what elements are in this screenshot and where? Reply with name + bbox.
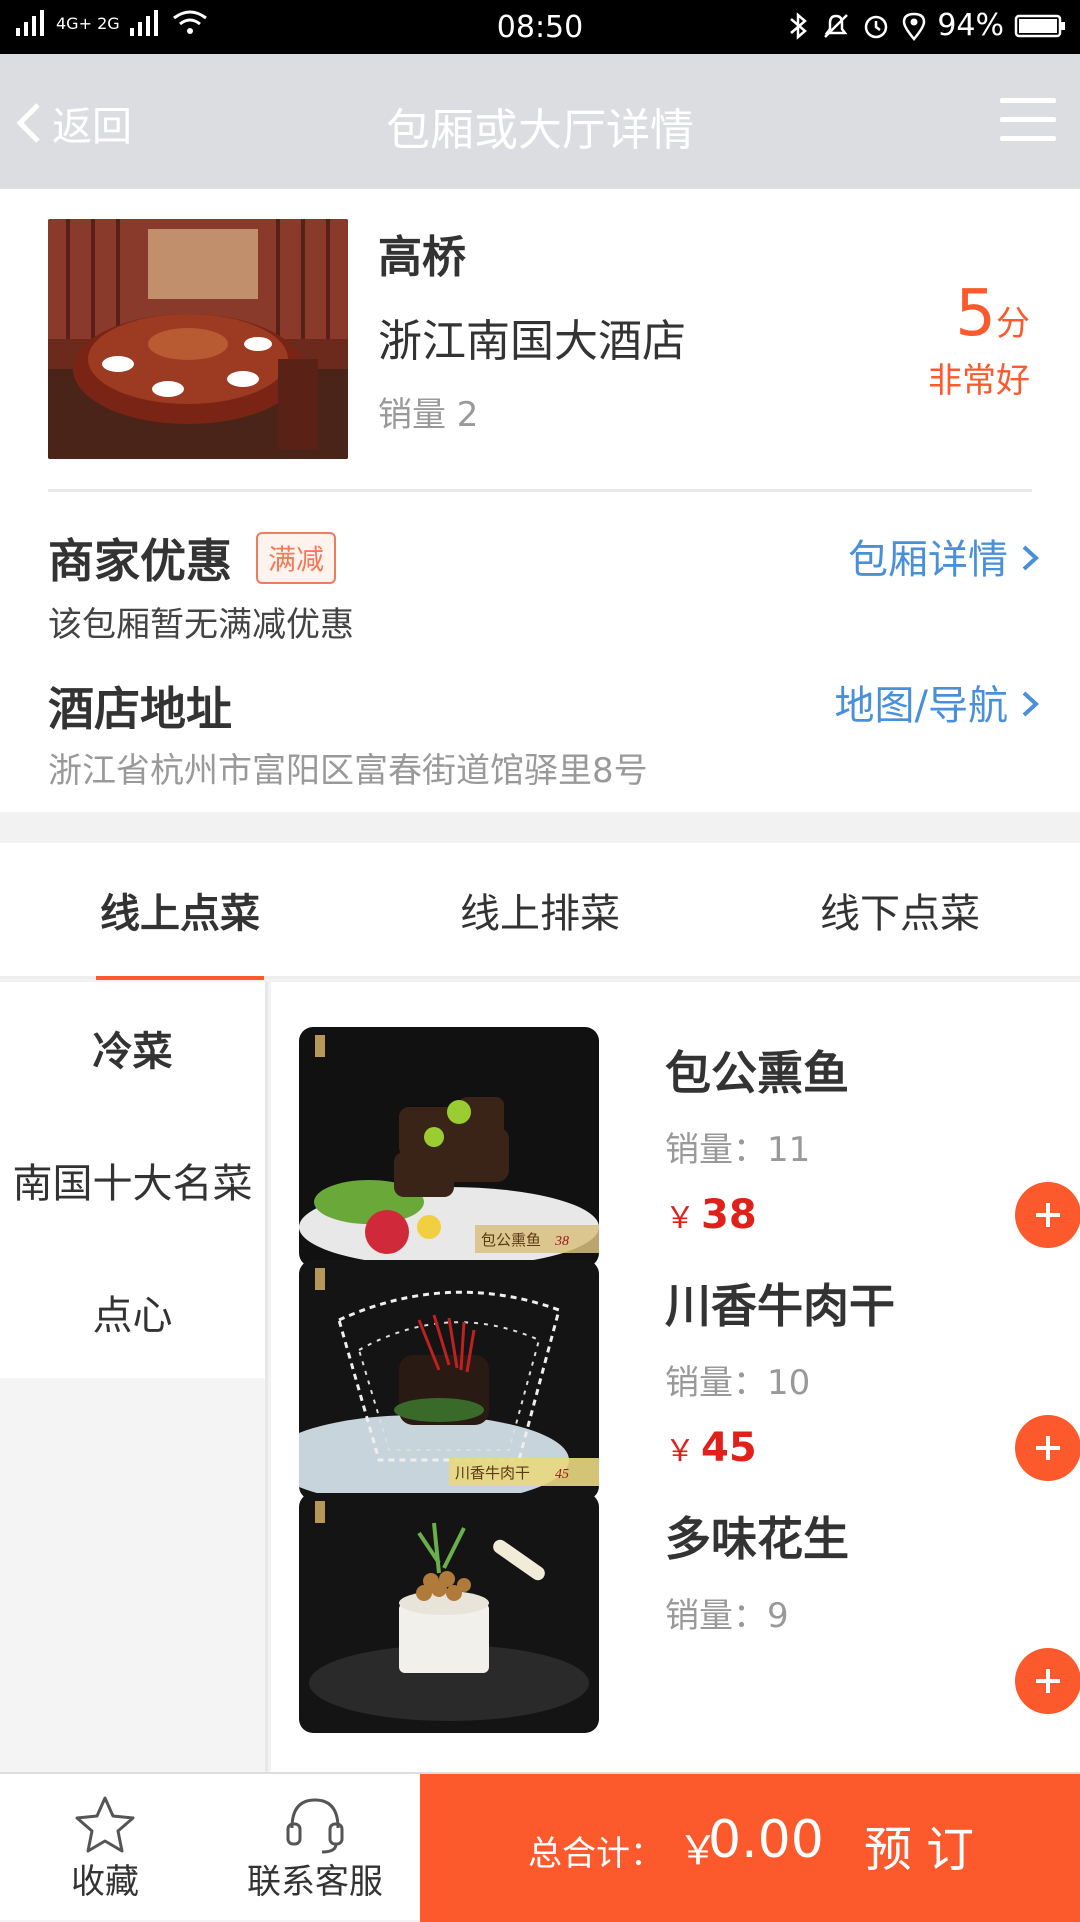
address-title: 酒店地址 [48, 682, 232, 736]
rating-unit: 分 [996, 304, 1030, 344]
chevron-right-icon [1022, 691, 1039, 717]
hall-photo[interactable] [48, 219, 348, 459]
favorite-label: 收藏 [71, 1861, 139, 1902]
menu-icon[interactable] [1000, 98, 1056, 142]
room-details-link[interactable]: 包厢详情 [848, 527, 1040, 585]
add-dish-button[interactable] [1015, 1648, 1080, 1714]
total-amount: 0.00 [708, 1810, 824, 1870]
battery-percent: 94% [937, 8, 1004, 43]
mute-bell-icon [824, 13, 849, 38]
contact-service-label: 联系客服 [247, 1861, 383, 1902]
category-cold-dishes[interactable]: 冷菜 [0, 982, 265, 1114]
dish-photo[interactable] [299, 1493, 599, 1733]
hall-name: 高桥 [378, 232, 466, 283]
address-text: 浙江省杭州市富阳区富春街道馆驿里8号 [48, 751, 648, 791]
active-tab-indicator [96, 976, 264, 980]
promo-text: 该包厢暂无满减优惠 [48, 605, 354, 645]
total-label: 总合计： [528, 1834, 664, 1874]
dish-sales: 销量：10 [665, 1363, 811, 1403]
rating-score: 5 [955, 277, 996, 351]
room-details-label: 包厢详情 [848, 537, 1008, 583]
category-sidebar: 冷菜 南国十大名菜 点心 [0, 982, 268, 1772]
hotel-name: 浙江南国大酒店 [378, 316, 686, 367]
promo-tag: 满减 [256, 532, 337, 584]
bottom-bar: 收藏 联系客服 总合计： ￥ 0.00 预订 [0, 1772, 1080, 1922]
alarm-icon [865, 15, 888, 38]
dish-name: 包公熏鱼 [665, 1046, 849, 1100]
divider [48, 489, 1032, 492]
order-summary: 总合计： ￥ 0.00 预订 [420, 1774, 1080, 1922]
book-button[interactable]: 预订 [864, 1810, 988, 1880]
battery-icon [1014, 14, 1065, 37]
category-dim-sum[interactable]: 点心 [0, 1246, 265, 1378]
tab-online-arrange[interactable]: 线上排菜 [360, 881, 720, 939]
chevron-right-icon [1022, 545, 1039, 571]
dish-item: 多味花生 销量：9 [299, 1448, 1080, 1733]
map-navigation-link[interactable]: 地图/导航 [835, 673, 1040, 731]
favorite-button[interactable]: 收藏 [40, 1774, 170, 1922]
order-mode-tabs: 线上点菜 线上排菜 线下点菜 [0, 843, 1080, 980]
bluetooth-icon [790, 11, 808, 40]
rating: 5分 非常好 [928, 277, 1030, 402]
location-icon [903, 12, 926, 41]
dish-list: 包公熏鱼 38 包公熏鱼 销量：11 ￥ 38 川香牛肉干 45 川香牛肉干 销… [271, 982, 1080, 1772]
map-navigation-label: 地图/导航 [834, 683, 1008, 729]
headset-icon [286, 1797, 344, 1853]
promo-title: 商家优惠 [48, 534, 232, 588]
tab-offline-order[interactable]: 线下点菜 [720, 881, 1080, 939]
star-icon [75, 1796, 135, 1852]
dish-sales: 销量：11 [665, 1130, 811, 1170]
page-title: 包厢或大厅详情 [386, 105, 694, 156]
venue-info-card: 高桥 浙江南国大酒店 销量 2 5分 非常好 商家优惠 满减 包厢详情 该包厢暂… [0, 189, 1080, 812]
hall-sales: 销量 2 [378, 395, 479, 435]
category-top-ten[interactable]: 南国十大名菜 [0, 1114, 265, 1246]
dish-name: 川香牛肉干 [665, 1279, 895, 1333]
dish-item: 川香牛肉干 45 川香牛肉干 销量：10 ￥ 45 [299, 1215, 1080, 1500]
status-bar: 4G+ 2G 08:50 94% [0, 0, 1080, 54]
dish-item: 包公熏鱼 38 包公熏鱼 销量：11 ￥ 38 [299, 982, 1080, 1267]
contact-service-button[interactable]: 联系客服 [230, 1774, 400, 1922]
dish-name: 多味花生 [665, 1512, 849, 1566]
tab-online-order[interactable]: 线上点菜 [0, 881, 360, 939]
plus-icon [1036, 1669, 1060, 1693]
dish-sales: 销量：9 [665, 1596, 789, 1636]
rating-word: 非常好 [928, 361, 1030, 401]
app-header: 返回 包厢或大厅详情 [0, 54, 1080, 189]
